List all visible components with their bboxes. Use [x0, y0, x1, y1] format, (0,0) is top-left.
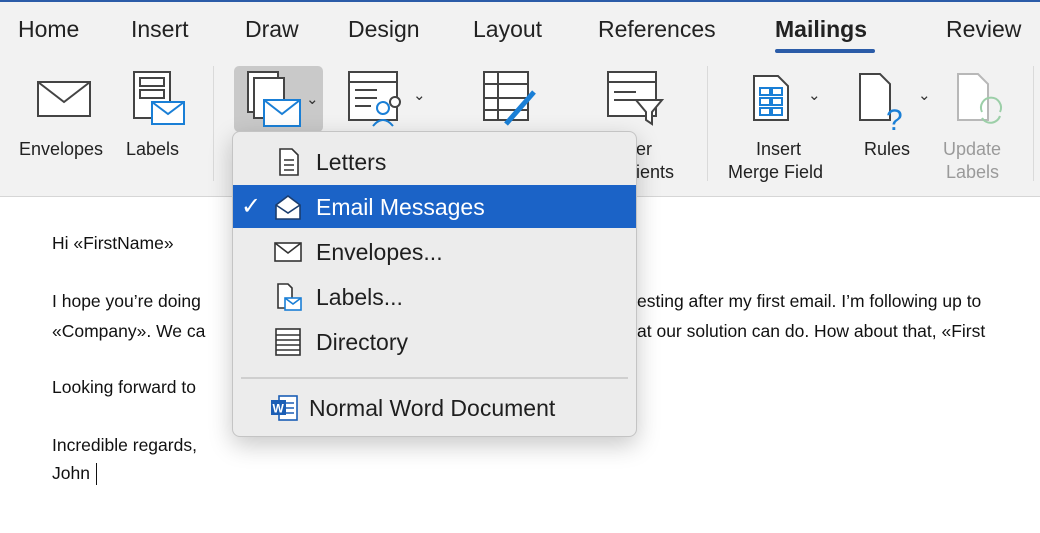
menu-item-directory[interactable]: Directory: [233, 320, 636, 363]
doc-paragraph-line-1-left: I hope you’re doing: [52, 291, 201, 311]
ribbon-separator: [1033, 66, 1034, 181]
tab-design[interactable]: Design: [348, 16, 420, 43]
labels-label: Labels: [126, 139, 180, 159]
checkmark-icon: ✓: [241, 193, 262, 220]
merge-field-icon: [753, 75, 789, 121]
menu-item-envelopes[interactable]: Envelopes...: [233, 230, 636, 273]
tab-home[interactable]: Home: [18, 16, 79, 43]
tab-draw[interactable]: Draw: [245, 16, 299, 43]
select-recipients-icon: [348, 71, 401, 127]
rules-label: Rules: [864, 139, 911, 159]
menu-item-label: Letters: [316, 149, 387, 175]
doc-signoff: Incredible regards,: [52, 435, 197, 455]
tab-review[interactable]: Review: [946, 16, 1021, 43]
envelope-icon: [274, 242, 302, 262]
doc-paragraph-line-2-right: at our solution can do. How about that, …: [637, 321, 986, 341]
labels-icon: [133, 71, 185, 125]
update-labels-icon: [957, 73, 1002, 124]
doc-greeting: Hi «FirstName»: [52, 233, 174, 253]
chevron-down-icon: ⌄: [413, 87, 426, 104]
chevron-down-icon: ⌄: [918, 87, 931, 104]
svg-text:?: ?: [886, 104, 903, 132]
insert-merge-field-label-2: Merge Field: [728, 162, 824, 182]
start-mail-merge-button[interactable]: ⌄: [234, 66, 323, 132]
menu-item-normal-word-document[interactable]: W Normal Word Document: [233, 386, 636, 429]
update-labels-label-1: Update: [943, 139, 1002, 159]
filter-icon: [607, 71, 665, 126]
word-document-icon: W: [271, 395, 298, 421]
menu-item-label: Envelopes...: [316, 239, 443, 265]
doc-signature: John: [52, 463, 97, 486]
doc-paragraph-line-2-left: «Company». We ca: [52, 321, 206, 341]
menu-item-label: Directory: [316, 329, 409, 355]
tab-layout[interactable]: Layout: [473, 16, 542, 43]
filter-recipients-label-1: er: [636, 139, 653, 159]
menu-item-letters[interactable]: Letters: [233, 140, 636, 183]
menu-item-label: Labels...: [316, 284, 403, 310]
envelopes-label: Envelopes: [19, 139, 104, 159]
tab-insert[interactable]: Insert: [131, 16, 189, 43]
ribbon-separator: [213, 66, 214, 181]
tab-references[interactable]: References: [598, 16, 716, 43]
edit-list-icon: [483, 71, 536, 126]
menu-item-label: Email Messages: [316, 194, 485, 220]
menu-divider: [241, 377, 628, 379]
document-icon: [279, 148, 299, 176]
menu-item-email-messages[interactable]: ✓ Email Messages: [233, 185, 636, 228]
open-envelope-icon: [275, 195, 301, 220]
update-labels-label-2: Labels: [946, 162, 1000, 182]
tab-mailings[interactable]: Mailings: [775, 16, 867, 43]
rules-icon: ?: [859, 73, 903, 132]
insert-merge-field-label-1: Insert: [756, 139, 802, 159]
doc-closing: Looking forward to: [52, 377, 196, 397]
chevron-down-icon: ⌄: [808, 87, 821, 104]
doc-paragraph-line-1-right: esting after my first email. I’m followi…: [637, 291, 982, 311]
active-tab-indicator: [775, 49, 875, 53]
start-mail-merge-icon: [247, 71, 301, 127]
doc-name: John: [52, 463, 90, 483]
start-mail-merge-menu: Letters ✓ Email Messages Envelopes... La…: [232, 131, 637, 437]
text-cursor: [95, 463, 97, 486]
ribbon-separator: [707, 66, 708, 181]
menu-item-labels[interactable]: Labels...: [233, 275, 636, 318]
envelope-icon: [37, 81, 91, 117]
filter-recipients-label-2: ients: [636, 162, 675, 182]
ribbon-tabs: Home Insert Draw Design Layout Reference…: [0, 2, 1040, 58]
labels-icon: [277, 283, 302, 311]
svg-text:W: W: [273, 402, 285, 416]
menu-item-label: Normal Word Document: [309, 395, 556, 421]
chevron-down-icon: ⌄: [306, 91, 319, 108]
directory-icon: [275, 328, 301, 356]
